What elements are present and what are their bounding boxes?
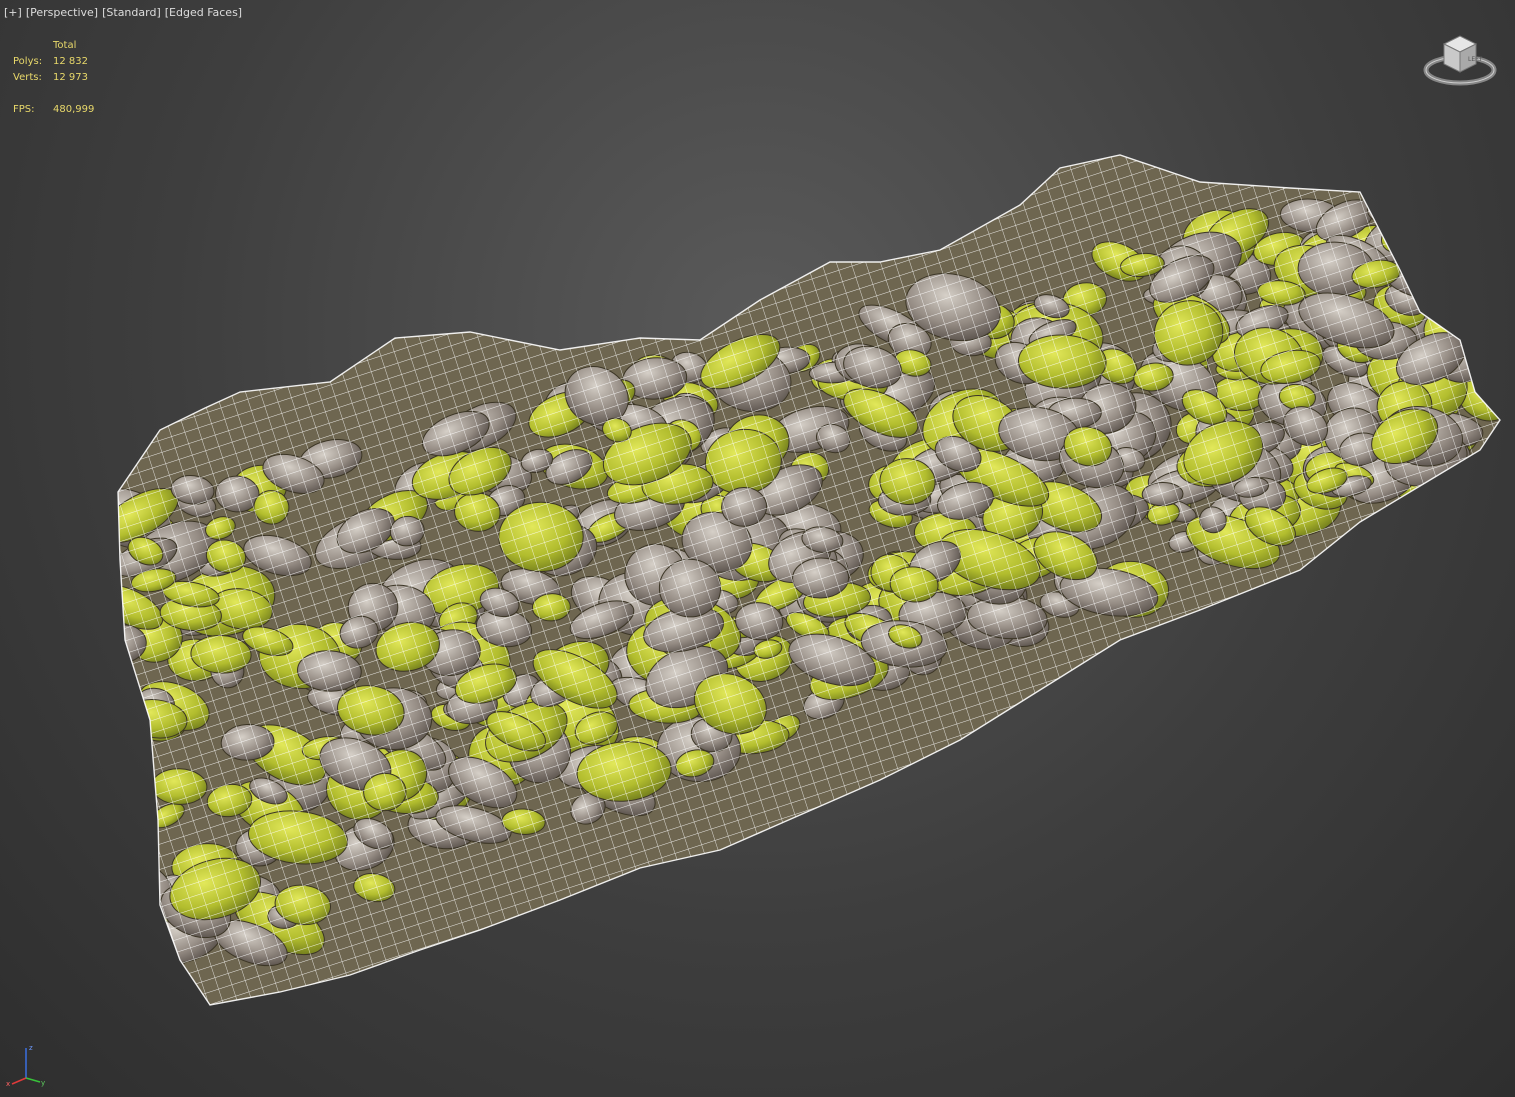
mossy-rock-mesh[interactable] bbox=[0, 0, 1515, 1097]
viewport-plus-menu[interactable]: [+] bbox=[4, 6, 22, 19]
rock-blob bbox=[118, 969, 138, 995]
rock-blob bbox=[1408, 207, 1454, 241]
rock-blob bbox=[118, 871, 168, 925]
statistics-overlay: Total Polys: 12 832 Verts: 12 973 FPS: 480,… bbox=[13, 38, 133, 118]
rock-blob bbox=[1458, 245, 1500, 272]
rock-blob bbox=[1448, 211, 1500, 252]
rock-blob bbox=[1434, 270, 1500, 331]
rock-blob bbox=[118, 728, 145, 764]
viewport-shading-quality-menu[interactable]: [Standard] bbox=[102, 6, 161, 19]
svg-text:x: x bbox=[6, 1080, 10, 1088]
rock-blob bbox=[118, 941, 142, 980]
viewcube-face-label: LEFT bbox=[1468, 56, 1482, 63]
rock-blob bbox=[1450, 293, 1486, 326]
rock-blob bbox=[1402, 163, 1473, 214]
svg-text:z: z bbox=[29, 1044, 33, 1052]
axis-tripod-icon: z y x bbox=[6, 1044, 45, 1088]
3d-viewport[interactable]: [+] [Perspective] [Standard] [Edged Faces] … bbox=[0, 0, 1515, 1097]
polys-label: Polys: bbox=[13, 56, 43, 67]
rock-blob bbox=[118, 791, 149, 824]
rock-blob bbox=[118, 739, 152, 774]
verts-value: 12 973 bbox=[53, 72, 88, 83]
rock-blob bbox=[1451, 155, 1500, 205]
rock-blob bbox=[1407, 226, 1443, 258]
rock-blob bbox=[1371, 185, 1411, 208]
viewport-label-menu: [+] [Perspective] [Standard] [Edged Faces] bbox=[4, 6, 246, 19]
rock-blob bbox=[1416, 194, 1464, 229]
rock-blob bbox=[1461, 204, 1500, 259]
viewport-point-of-view-menu[interactable]: [Perspective] bbox=[26, 6, 98, 19]
rock-blob bbox=[1384, 182, 1423, 206]
viewport-shading-mode-menu[interactable]: [Edged Faces] bbox=[165, 6, 242, 19]
fps-label: FPS: bbox=[13, 104, 35, 115]
rock-blob bbox=[1412, 248, 1453, 278]
fps-value: 480,999 bbox=[53, 104, 95, 115]
rock-blob bbox=[1431, 264, 1500, 305]
rock-blob bbox=[1414, 252, 1492, 289]
rock-blob bbox=[1366, 186, 1439, 227]
viewcube-icon[interactable]: LEFT bbox=[1422, 30, 1498, 94]
verts-label: Verts: bbox=[13, 72, 42, 83]
rock-blob bbox=[1452, 264, 1500, 310]
rock-blob bbox=[1475, 165, 1500, 199]
svg-text:y: y bbox=[41, 1079, 45, 1087]
stats-header: Total bbox=[53, 40, 77, 51]
polys-value: 12 832 bbox=[53, 56, 88, 67]
rock-blob bbox=[118, 948, 152, 981]
rock-blob bbox=[118, 897, 149, 944]
rock-surface bbox=[118, 155, 1500, 1005]
